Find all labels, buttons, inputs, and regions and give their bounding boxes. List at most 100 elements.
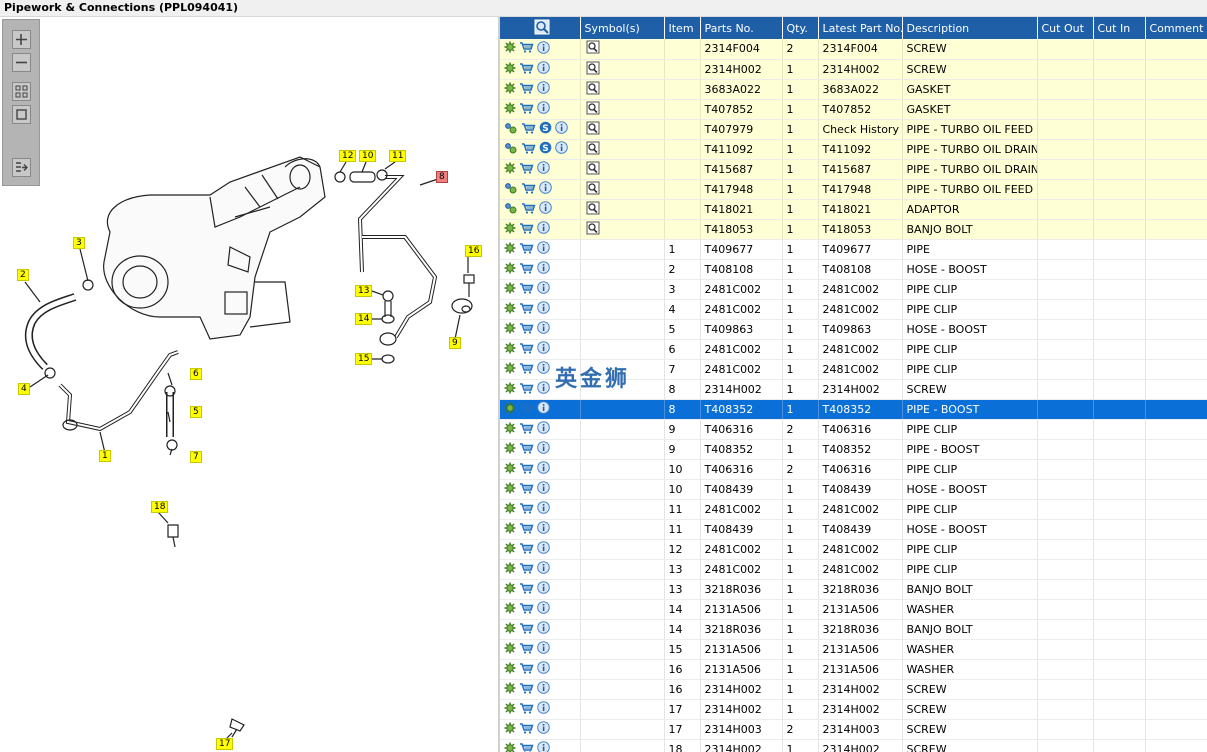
gear-icon[interactable] bbox=[504, 502, 516, 517]
callout-18[interactable]: 18 bbox=[151, 501, 169, 513]
info-icon[interactable] bbox=[555, 141, 568, 157]
gear-icon[interactable] bbox=[504, 382, 516, 397]
info-icon[interactable] bbox=[537, 441, 550, 457]
cart-icon[interactable] bbox=[519, 742, 534, 752]
magnifier-document-icon[interactable] bbox=[585, 121, 601, 138]
cart-icon[interactable] bbox=[519, 502, 534, 517]
gear-icon[interactable] bbox=[504, 202, 518, 217]
info-icon[interactable] bbox=[537, 401, 550, 417]
info-icon[interactable] bbox=[537, 541, 550, 557]
cart-icon[interactable] bbox=[521, 142, 536, 157]
cart-icon[interactable] bbox=[521, 122, 536, 137]
column-header-item[interactable]: Item bbox=[664, 17, 701, 39]
callout-7[interactable]: 7 bbox=[190, 451, 202, 463]
column-header-comment[interactable]: Comment bbox=[1145, 17, 1207, 39]
cart-icon[interactable] bbox=[519, 362, 534, 377]
cart-icon[interactable] bbox=[519, 382, 534, 397]
gear-icon[interactable] bbox=[504, 182, 518, 197]
gear-icon[interactable] bbox=[504, 562, 516, 577]
table-row[interactable]: 16 2314H002 1 2314H002 SCREW bbox=[500, 679, 1207, 700]
table-row[interactable]: T407852 1 T407852 GASKET bbox=[500, 99, 1207, 120]
table-row[interactable]: 10 T406316 2 T406316 PIPE CLIP bbox=[500, 459, 1207, 480]
column-header-qty[interactable]: Qty. bbox=[782, 17, 819, 39]
gear-icon[interactable] bbox=[504, 322, 516, 337]
table-row[interactable]: 6 2481C002 1 2481C002 PIPE CLIP bbox=[500, 339, 1207, 360]
table-row[interactable]: 9 T408352 1 T408352 PIPE - BOOST bbox=[500, 439, 1207, 460]
table-row[interactable]: 18 2314H002 1 2314H002 SCREW bbox=[500, 739, 1207, 752]
magnifier-document-icon[interactable] bbox=[585, 161, 601, 178]
magnifier-document-icon[interactable] bbox=[585, 181, 601, 198]
gear-icon[interactable] bbox=[504, 462, 516, 477]
table-row[interactable]: 11 T408439 1 T408439 HOSE - BOOST bbox=[500, 519, 1207, 540]
table-row[interactable]: S T407979 1 Check History PIPE - TURBO OIL F… bbox=[500, 119, 1207, 140]
callout-12[interactable]: 12 bbox=[339, 150, 357, 162]
cart-icon[interactable] bbox=[519, 682, 534, 697]
table-row[interactable]: 17 2314H003 2 2314H003 SCREW bbox=[500, 719, 1207, 740]
table-row[interactable]: T418053 1 T418053 BANJO BOLT bbox=[500, 219, 1207, 240]
gear-icon[interactable] bbox=[504, 342, 516, 357]
table-row[interactable]: 14 3218R036 1 3218R036 BANJO BOLT bbox=[500, 619, 1207, 640]
table-row[interactable]: 13 2481C002 1 2481C002 PIPE CLIP bbox=[500, 559, 1207, 580]
callout-17[interactable]: 17 bbox=[216, 738, 234, 750]
callout-9[interactable]: 9 bbox=[449, 337, 461, 349]
table-row[interactable]: 4 2481C002 1 2481C002 PIPE CLIP bbox=[500, 299, 1207, 320]
cart-icon[interactable] bbox=[519, 62, 534, 77]
cart-icon[interactable] bbox=[519, 82, 534, 97]
cart-icon[interactable] bbox=[519, 402, 534, 417]
info-icon[interactable] bbox=[537, 241, 550, 257]
gear-icon[interactable] bbox=[504, 642, 516, 657]
callout-14[interactable]: 14 bbox=[355, 313, 373, 325]
supersession-icon[interactable]: S bbox=[539, 141, 552, 157]
gear-icon[interactable] bbox=[504, 602, 516, 617]
cart-icon[interactable] bbox=[519, 522, 534, 537]
table-row[interactable]: T418021 1 T418021 ADAPTOR bbox=[500, 199, 1207, 220]
cart-icon[interactable] bbox=[519, 602, 534, 617]
cart-icon[interactable] bbox=[519, 582, 534, 597]
gear-icon[interactable] bbox=[504, 542, 516, 557]
magnifier-document-icon[interactable] bbox=[585, 101, 601, 118]
cart-icon[interactable] bbox=[519, 482, 534, 497]
info-icon[interactable] bbox=[537, 621, 550, 637]
table-row[interactable]: 17 2314H002 1 2314H002 SCREW bbox=[500, 699, 1207, 720]
callout-5[interactable]: 5 bbox=[190, 406, 202, 418]
table-row[interactable]: 5 T409863 1 T409863 HOSE - BOOST bbox=[500, 319, 1207, 340]
info-icon[interactable] bbox=[537, 661, 550, 677]
info-icon[interactable] bbox=[537, 641, 550, 657]
info-icon[interactable] bbox=[537, 461, 550, 477]
column-header-parts-no[interactable]: Parts No. bbox=[700, 17, 783, 39]
gear-icon[interactable] bbox=[504, 222, 516, 237]
cart-icon[interactable] bbox=[519, 222, 534, 237]
info-icon[interactable] bbox=[537, 161, 550, 177]
table-row[interactable]: 10 T408439 1 T408439 HOSE - BOOST bbox=[500, 479, 1207, 500]
info-icon[interactable] bbox=[555, 121, 568, 137]
gear-icon[interactable] bbox=[504, 102, 516, 117]
gear-icon[interactable] bbox=[504, 482, 516, 497]
callout-1[interactable]: 1 bbox=[99, 450, 111, 462]
cart-icon[interactable] bbox=[519, 102, 534, 117]
cart-icon[interactable] bbox=[519, 242, 534, 257]
diagram-pane[interactable]: 12 10 11 8 3 16 2 13 14 9 15 6 4 5 1 7 1… bbox=[0, 17, 498, 752]
cart-icon[interactable] bbox=[521, 202, 536, 217]
info-icon[interactable] bbox=[537, 501, 550, 517]
cart-icon[interactable] bbox=[519, 162, 534, 177]
info-icon[interactable] bbox=[537, 40, 550, 57]
callout-8[interactable]: 8 bbox=[436, 171, 448, 183]
cart-icon[interactable] bbox=[519, 662, 534, 677]
callout-3[interactable]: 3 bbox=[73, 237, 85, 249]
magnifier-document-icon[interactable] bbox=[585, 141, 601, 158]
magnifier-document-icon[interactable] bbox=[585, 201, 601, 218]
gear-icon[interactable] bbox=[504, 122, 518, 137]
cart-icon[interactable] bbox=[519, 422, 534, 437]
info-icon[interactable] bbox=[537, 281, 550, 297]
gear-icon[interactable] bbox=[504, 162, 516, 177]
info-icon[interactable] bbox=[537, 341, 550, 357]
gear-icon[interactable] bbox=[504, 41, 516, 56]
info-icon[interactable] bbox=[537, 721, 550, 737]
zoom-out-icon[interactable] bbox=[12, 53, 31, 72]
table-row[interactable]: 8 T408352 1 T408352 PIPE - BOOST bbox=[500, 399, 1207, 420]
gear-icon[interactable] bbox=[504, 722, 516, 737]
table-row[interactable]: 1 T409677 1 T409677 PIPE bbox=[500, 239, 1207, 260]
column-header-cut-out[interactable]: Cut Out bbox=[1037, 17, 1094, 39]
info-icon[interactable] bbox=[537, 601, 550, 617]
cart-icon[interactable] bbox=[519, 702, 534, 717]
